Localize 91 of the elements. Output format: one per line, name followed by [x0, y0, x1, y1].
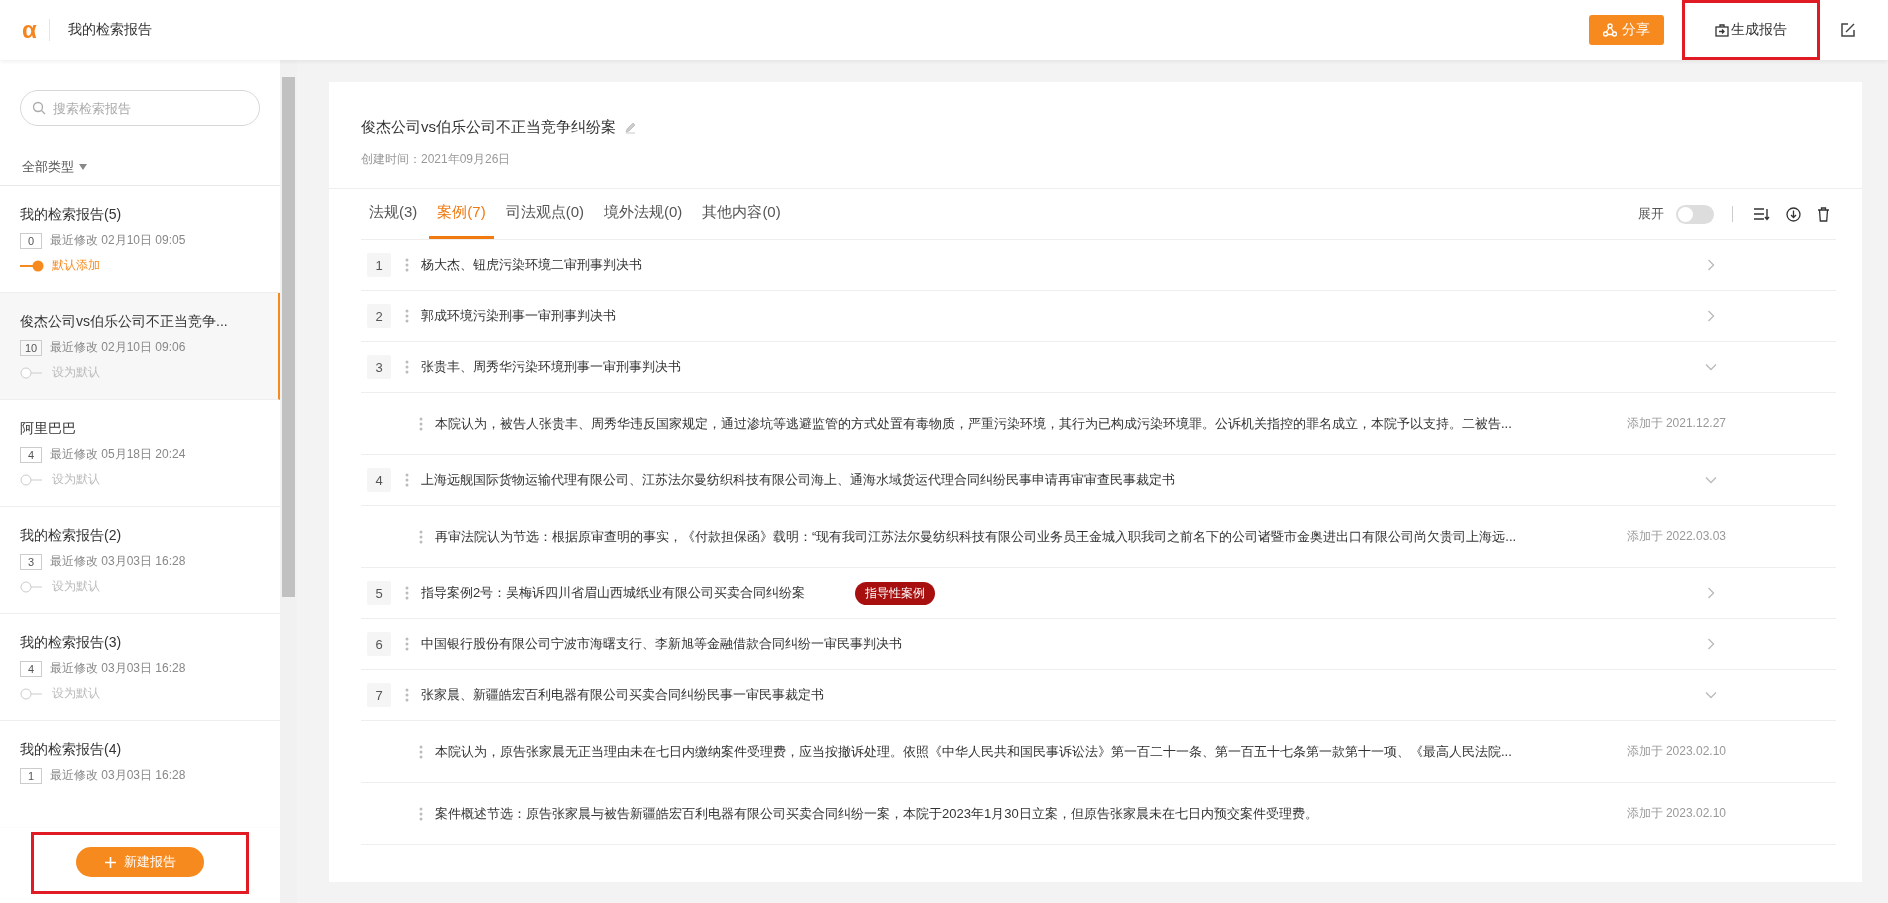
case-title[interactable]: 中国银行股份有限公司宁波市海曙支行、李新旭等金融借款合同纠纷一审民事判决书	[421, 635, 902, 653]
expand-switch[interactable]	[1676, 204, 1714, 224]
default-toggle[interactable]	[20, 259, 44, 272]
drag-handle-icon[interactable]	[419, 806, 423, 821]
modified-time: 最近修改 03月03日 16:28	[50, 660, 186, 677]
category-tab[interactable]: 其他内容(0)	[694, 189, 789, 239]
guiding-case-tag: 指导性案例	[855, 581, 936, 605]
added-date: 添加于 2022.03.03	[1626, 528, 1726, 545]
count-badge: 1	[20, 767, 42, 784]
default-label: 设为默认	[52, 471, 100, 488]
report-title: 俊杰公司vs伯乐公司不正当竞争...	[20, 313, 229, 331]
drag-handle-icon[interactable]	[405, 586, 409, 600]
caret-icon	[79, 164, 87, 170]
sort-icon[interactable]	[1753, 207, 1770, 221]
case-title[interactable]: 张家晨、新疆皓宏百利电器有限公司买卖合同纠纷民事一审民事裁定书	[421, 686, 824, 704]
row-number: 2	[367, 304, 391, 328]
drag-handle-icon[interactable]	[405, 258, 409, 272]
share-icon	[1603, 23, 1617, 37]
modified-time: 最近修改 02月10日 09:05	[50, 232, 186, 249]
modified-time: 最近修改 02月10日 09:06	[50, 339, 186, 356]
scrollbar[interactable]	[280, 60, 297, 903]
default-label: 设为默认	[52, 578, 100, 595]
row-number: 4	[367, 468, 391, 492]
page-title: 我的检索报告	[67, 21, 152, 39]
default-toggle[interactable]	[20, 366, 44, 379]
default-toggle[interactable]	[20, 580, 44, 593]
download-icon[interactable]	[1786, 206, 1801, 222]
count-badge: 10	[20, 339, 42, 356]
case-title[interactable]: 上海远舰国际货物运输代理有限公司、江苏法尔曼纺织科技有限公司海上、通海水域货运代理合同纠纷民事申请再审审查民事裁定书	[421, 471, 1175, 489]
case-row[interactable]: 3 张贵丰、周秀华污染环境刑事一审刑事判决书	[361, 342, 1836, 393]
report-title: 我的检索报告(2)	[20, 527, 123, 545]
case-row[interactable]: 1 杨大杰、钮虎污染环境二审刑事判决书	[361, 240, 1836, 291]
count-badge: 3	[20, 553, 42, 570]
case-row[interactable]: 5 指导案例2号：吴梅诉四川省眉山西城纸业有限公司买卖合同纠纷案 指导性案例	[361, 568, 1836, 619]
trash-icon[interactable]	[1817, 206, 1830, 222]
report-title: 我的检索报告(4)	[20, 741, 123, 759]
search-field[interactable]: 搜索检索报告	[20, 90, 260, 126]
report-title: 我的检索报告(5)	[20, 206, 123, 224]
report-title: 俊杰公司vs伯乐公司不正当竞争纠纷案	[361, 118, 616, 137]
default-label: 默认添加	[52, 257, 100, 274]
case-row[interactable]: 2 郭成环境污染刑事一审刑事判决书	[361, 291, 1836, 342]
row-number: 3	[367, 355, 391, 379]
report-title: 我的检索报告(3)	[20, 634, 123, 652]
expand-label: 展开	[1638, 205, 1664, 223]
category-tab[interactable]: 司法观点(0)	[497, 189, 593, 239]
drag-handle-icon[interactable]	[405, 688, 409, 702]
count-badge: 4	[20, 446, 42, 463]
drag-handle-icon[interactable]	[405, 473, 409, 487]
row-number: 5	[367, 581, 391, 605]
added-date: 添加于 2023.02.10	[1626, 805, 1726, 822]
briefcase-icon	[1715, 23, 1729, 37]
excerpt-text: 本院认为，被告人张贵丰、周秀华违反国家规定，通过渗坑等逃避监管的方式处置有毒物质，严重污染环境，其行为已构成污染环境罪。公诉机关指控的罪名成立，本院予以支持。二被告...	[435, 414, 1512, 433]
modified-time: 最近修改 03月03日 16:28	[50, 553, 186, 570]
drag-handle-icon[interactable]	[419, 744, 423, 759]
type-filter-dropdown[interactable]: 全部类型	[22, 158, 280, 185]
plus-icon	[104, 856, 116, 868]
count-badge: 0	[20, 232, 42, 249]
drag-handle-icon[interactable]	[405, 360, 409, 374]
modified-time: 最近修改 03月03日 16:28	[50, 767, 186, 784]
drag-handle-icon[interactable]	[405, 309, 409, 323]
drag-handle-icon[interactable]	[419, 416, 423, 431]
excerpt-text: 再审法院认为节选：根据原审查明的事实，《付款担保函》载明：“现有我司江苏法尔曼纺织科技有限公司业务员王金城入职我司之前名下的公司诸暨市金奥进出口有限公司尚欠贵司上海远...	[435, 527, 1517, 546]
case-title[interactable]: 杨大杰、钮虎污染环境二审刑事判决书	[421, 256, 642, 274]
case-row[interactable]: 6 中国银行股份有限公司宁波市海曙支行、李新旭等金融借款合同纠纷一审民事判决书	[361, 619, 1836, 670]
case-title[interactable]: 张贵丰、周秀华污染环境刑事一审刑事判决书	[421, 358, 681, 376]
default-label: 设为默认	[52, 685, 100, 702]
edit-icon[interactable]	[1840, 22, 1856, 38]
default-toggle[interactable]	[20, 473, 44, 486]
row-number: 1	[367, 253, 391, 277]
row-number: 7	[367, 683, 391, 707]
modified-time: 最近修改 05月18日 20:24	[50, 446, 186, 463]
case-title[interactable]: 郭成环境污染刑事一审刑事判决书	[421, 307, 616, 325]
created-date: 创建时间：2021年09月26日	[361, 151, 512, 168]
count-badge: 4	[20, 660, 42, 677]
added-date: 添加于 2021.12.27	[1626, 415, 1726, 432]
category-tab[interactable]: 境外法规(0)	[596, 189, 691, 239]
pencil-icon[interactable]	[624, 121, 637, 134]
excerpt-text: 案件概述节选：原告张家晨与被告新疆皓宏百利电器有限公司买卖合同纠纷一案，本院于2023年1月30日立案，但原告张家晨未在七日内预交案件受理费。	[435, 804, 1318, 823]
case-row[interactable]: 7 张家晨、新疆皓宏百利电器有限公司买卖合同纠纷民事一审民事裁定书	[361, 670, 1836, 721]
default-toggle[interactable]	[20, 687, 44, 700]
search-icon	[32, 101, 46, 115]
category-tab[interactable]: 法规(3)	[361, 189, 426, 239]
case-title[interactable]: 指导案例2号：吴梅诉四川省眉山西城纸业有限公司买卖合同纠纷案	[421, 584, 806, 602]
drag-handle-icon[interactable]	[419, 529, 423, 544]
generate-report-button[interactable]: 生成报告	[1709, 17, 1793, 43]
added-date: 添加于 2023.02.10	[1626, 743, 1726, 760]
report-title: 阿里巴巴	[20, 420, 77, 438]
row-number: 6	[367, 632, 391, 656]
drag-handle-icon[interactable]	[405, 637, 409, 651]
case-row[interactable]: 4 上海远舰国际货物运输代理有限公司、江苏法尔曼纺织科技有限公司海上、通海水域货运代理合同纠纷民事申请再审审查民事裁定书	[361, 455, 1836, 506]
excerpt-text: 本院认为，原告张家晨无正当理由未在七日内缴纳案件受理费，应当按撤诉处理。依照《中华人民共和国民事诉讼法》第一百二十一条、第一百五十七条第一款第十一项、《最高人民法院...	[435, 742, 1512, 761]
